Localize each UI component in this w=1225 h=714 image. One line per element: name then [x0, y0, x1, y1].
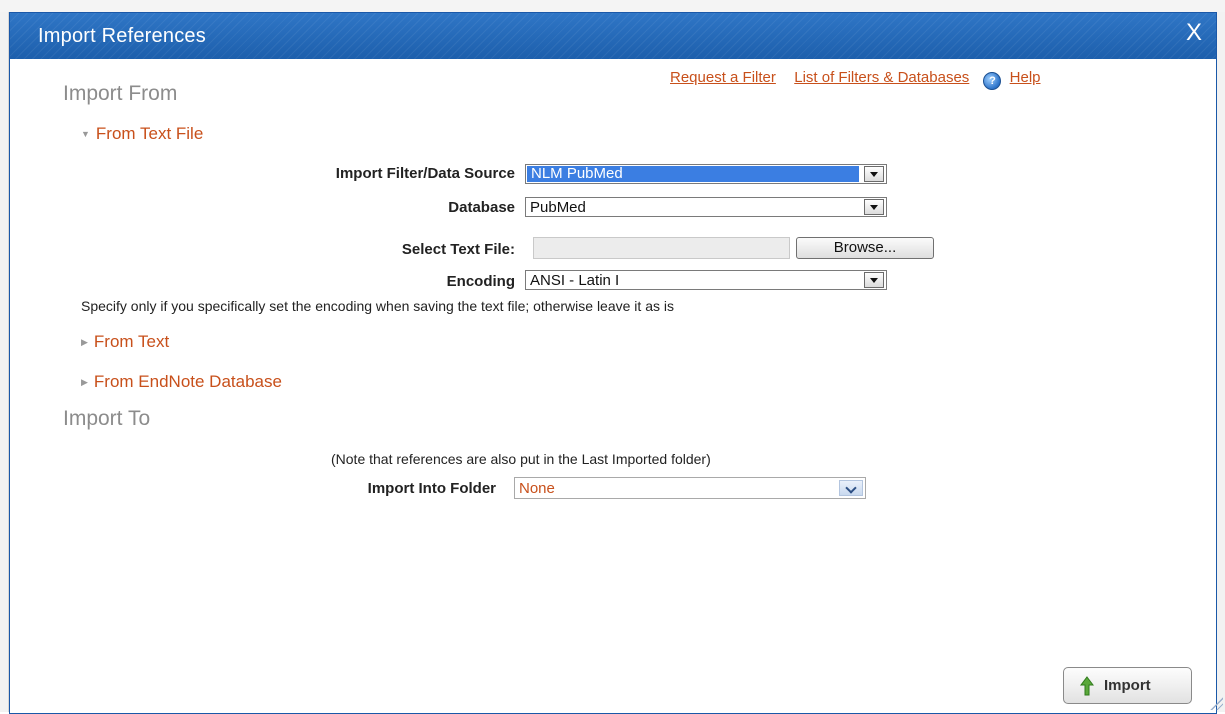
import-filter-label: Import Filter/Data Source: [335, 165, 515, 182]
filters-databases-link[interactable]: List of Filters & Databases: [794, 69, 969, 86]
request-filter-link[interactable]: Request a Filter: [670, 69, 776, 86]
import-folder-value: None: [519, 480, 555, 497]
database-select[interactable]: PubMed: [525, 197, 887, 217]
import-button-label: Import: [1104, 677, 1151, 694]
from-endnote-expander[interactable]: ▶ From EndNote Database: [81, 372, 282, 392]
import-from-heading: Import From: [63, 82, 178, 105]
chevron-down-icon[interactable]: [864, 166, 884, 182]
chevron-down-icon[interactable]: [864, 272, 884, 288]
screen: Import References X Import From Request …: [0, 0, 1225, 714]
from-text-expander[interactable]: ▶ From Text: [81, 332, 169, 352]
expanded-triangle-icon: ▼: [81, 129, 90, 139]
from-text-label: From Text: [93, 332, 170, 351]
from-endnote-label: From EndNote Database: [93, 372, 282, 391]
import-references-dialog: Import References X: [9, 12, 1217, 714]
dialog-titlebar[interactable]: Import References X: [10, 13, 1216, 59]
arrow-up-icon: [1080, 676, 1094, 696]
database-value: PubMed: [530, 199, 586, 216]
import-note: (Note that references are also put in th…: [331, 451, 711, 467]
chevron-down-icon[interactable]: [864, 199, 884, 215]
database-label: Database: [448, 199, 515, 216]
collapsed-triangle-icon: ▶: [81, 377, 88, 387]
encoding-hint: Specify only if you specifically set the…: [81, 298, 674, 314]
import-filter-value: NLM PubMed: [527, 166, 859, 182]
resize-grip-icon[interactable]: [1209, 696, 1223, 710]
background-right-edge: [1216, 12, 1225, 712]
background-left-edge: [0, 12, 9, 712]
help-icon[interactable]: ?: [983, 72, 1002, 90]
dialog-title: Import References: [38, 25, 206, 47]
from-text-file-label: From Text File: [95, 124, 204, 143]
import-filter-select[interactable]: NLM PubMed: [525, 164, 887, 184]
chevron-down-icon[interactable]: [839, 480, 863, 496]
import-button[interactable]: Import: [1063, 667, 1192, 704]
encoding-select[interactable]: ANSI - Latin I: [525, 270, 887, 290]
file-path-input[interactable]: [533, 237, 790, 259]
select-text-file-label: Select Text File:: [401, 241, 515, 258]
help-links: Request a Filter List of Filters & Datab…: [670, 69, 1041, 90]
from-text-file-expander[interactable]: ▼ From Text File: [81, 124, 203, 144]
browse-button[interactable]: Browse...: [796, 237, 934, 259]
import-to-heading: Import To: [63, 407, 151, 430]
close-icon[interactable]: X: [1186, 21, 1202, 45]
encoding-label: Encoding: [446, 273, 515, 290]
collapsed-triangle-icon: ▶: [81, 337, 88, 347]
help-link[interactable]: Help: [1010, 69, 1041, 86]
encoding-value: ANSI - Latin I: [530, 272, 620, 289]
import-into-folder-label: Import Into Folder: [367, 480, 496, 497]
import-folder-select[interactable]: None: [514, 477, 866, 499]
